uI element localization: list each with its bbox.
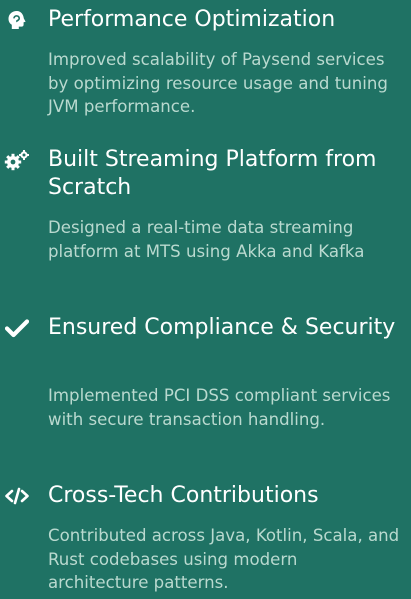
item-description: Improved scalability of Paysend services…	[48, 50, 388, 116]
item-description: Designed a real-time data streaming plat…	[48, 218, 365, 261]
gears-icon	[4, 147, 30, 173]
item-title: Built Streaming Platform from Scratch	[48, 147, 377, 200]
item-description: Contributed across Java, Kotlin, Scala, …	[48, 526, 400, 592]
item-title: Performance Optimization	[48, 7, 336, 32]
brain-icon	[4, 7, 30, 33]
check-icon	[4, 315, 30, 341]
item-description: Implemented PCI DSS compliant services w…	[48, 386, 391, 429]
item-title: Cross-Tech Contributions	[48, 483, 319, 508]
code-icon	[4, 483, 30, 509]
item-title: Ensured Compliance & Security	[48, 315, 396, 340]
